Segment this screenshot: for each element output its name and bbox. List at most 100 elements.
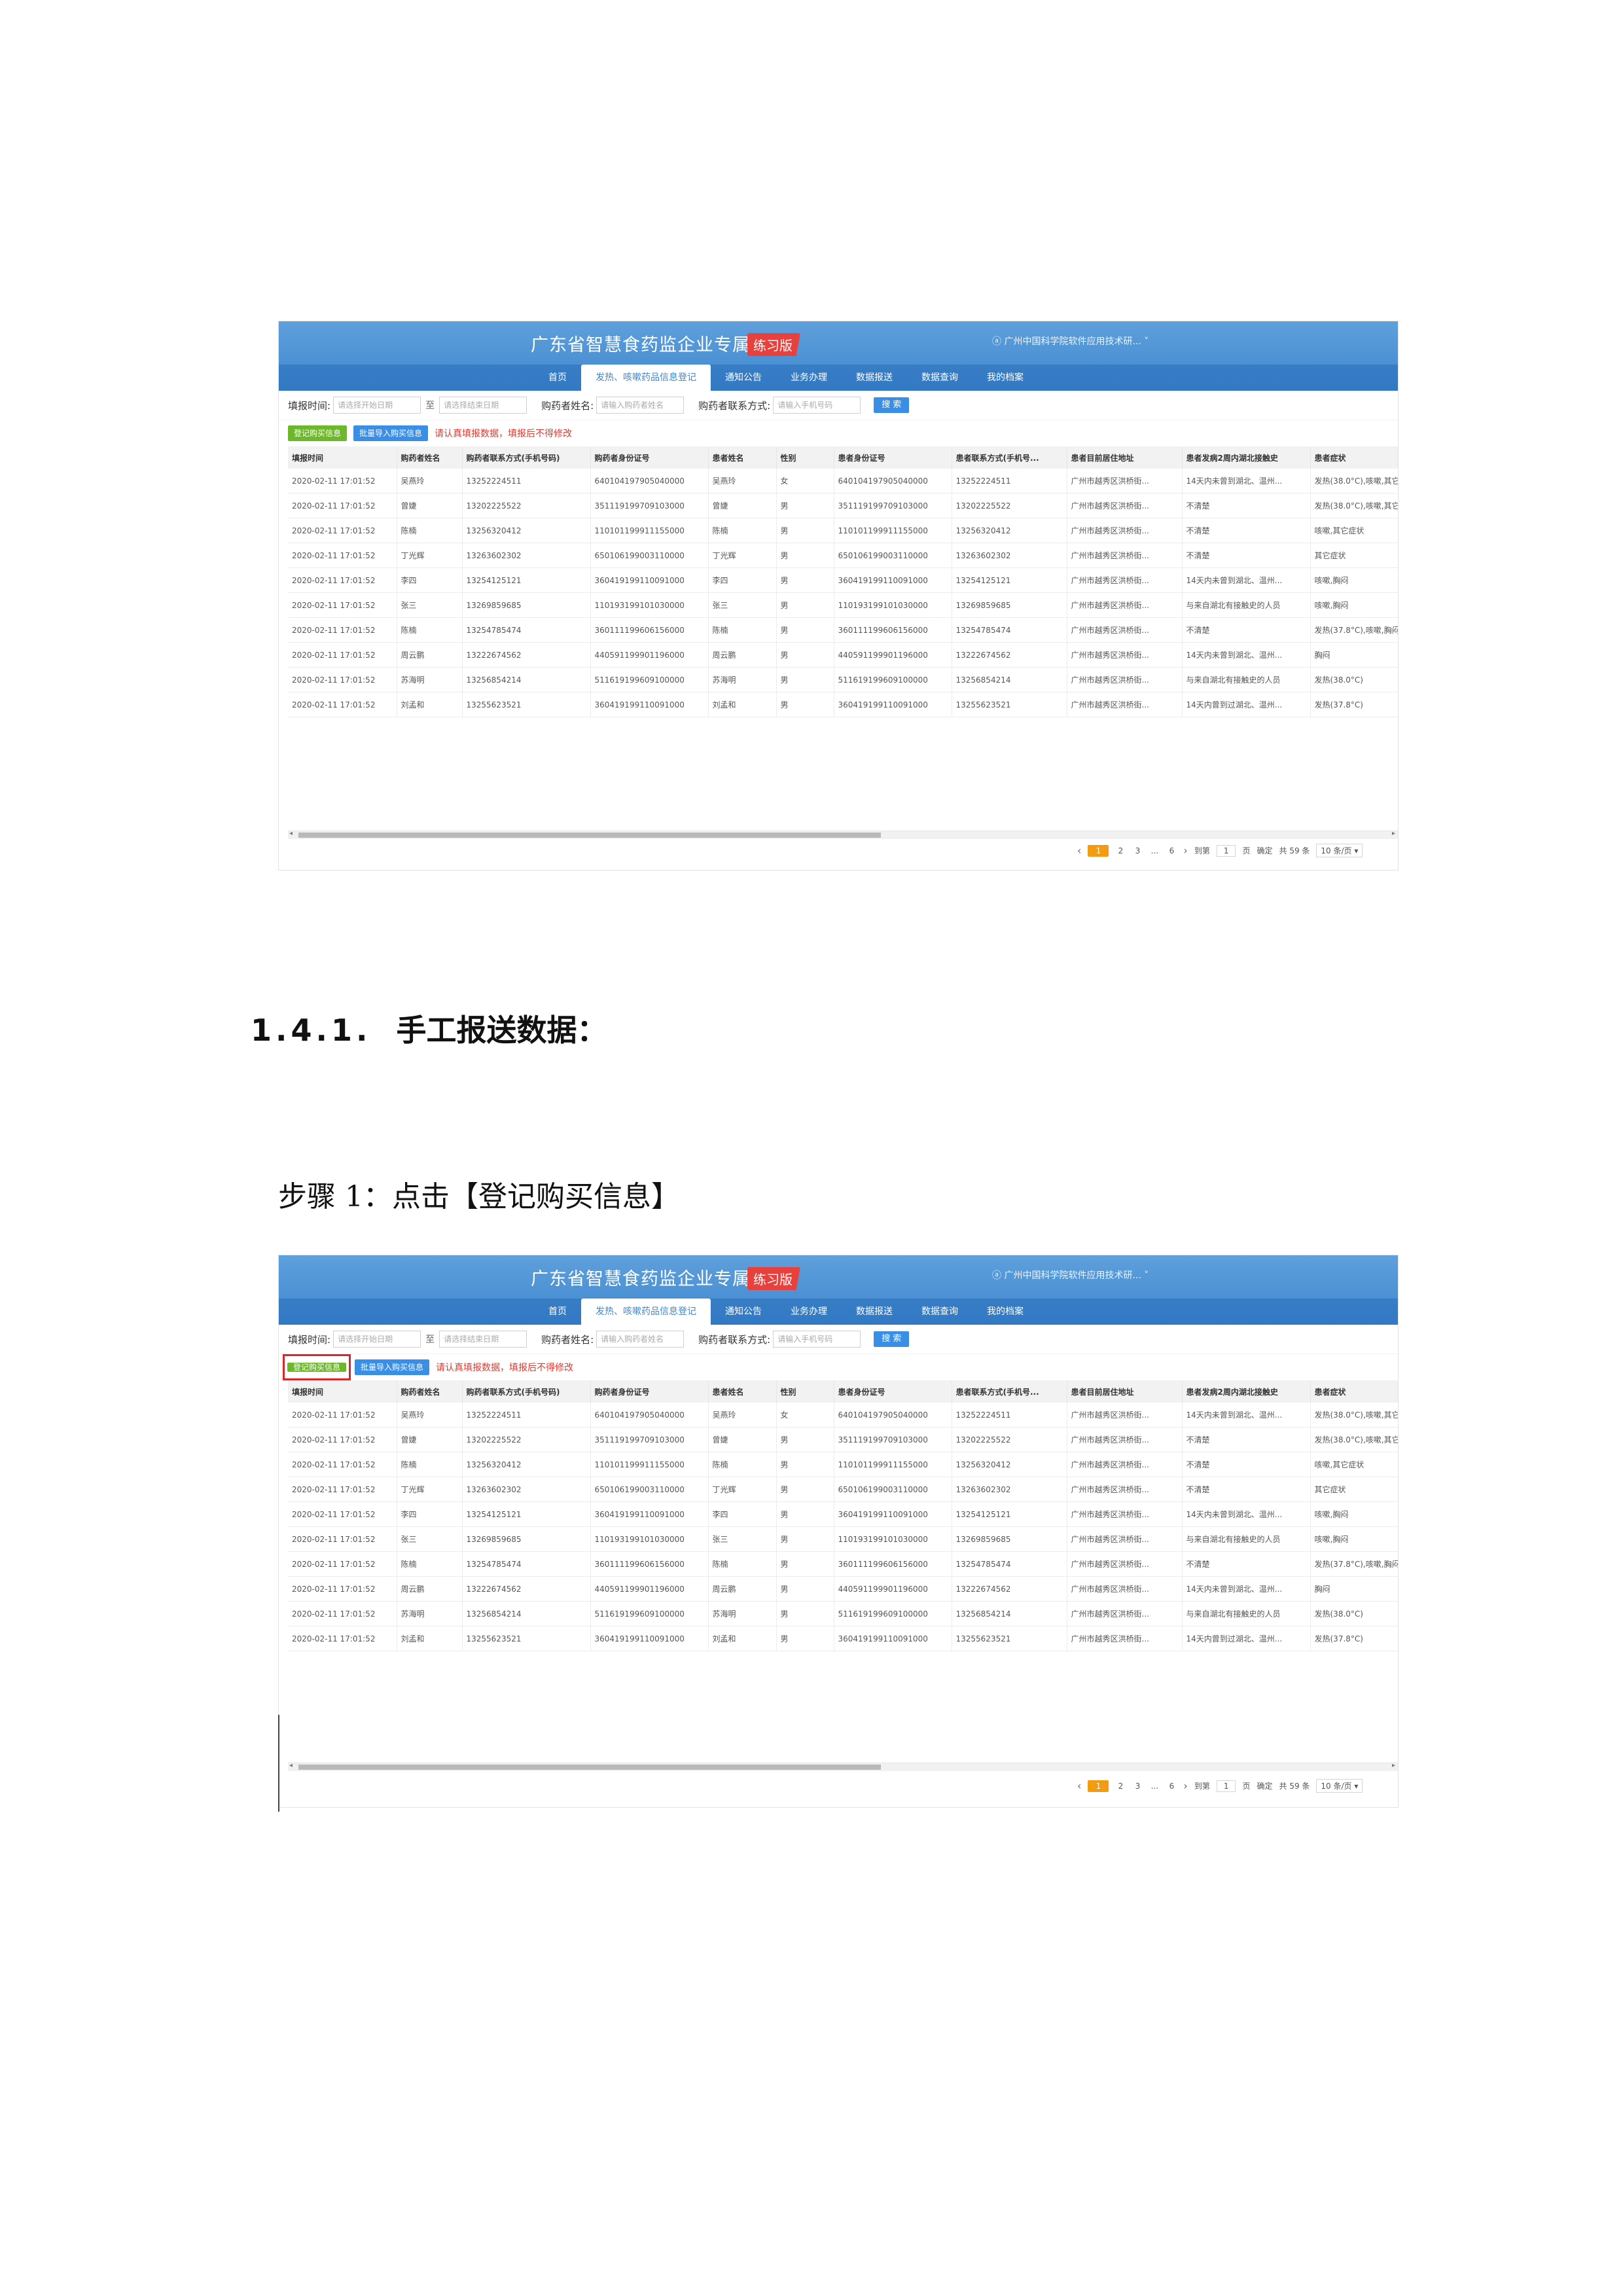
table-row[interactable]: 2020-02-11 17:01:52 张三 13269859685 11019319… [288, 1526, 1398, 1552]
buyer-contact-input[interactable]: 请输入手机号码 [773, 397, 861, 414]
table-row[interactable]: 2020-02-11 17:01:52 丁光辉 13263602302 6501061… [288, 1477, 1398, 1502]
scroll-right-icon[interactable]: ▸ [1392, 1762, 1395, 1769]
user-account-menu[interactable]: ⓐ 广州中国科学院软件应用技术研... ˅ [992, 1268, 1149, 1282]
table-row[interactable]: 2020-02-11 17:01:52 刘孟和 13255623521 3604191… [288, 692, 1398, 717]
goto-confirm-button[interactable]: 确定 [1257, 845, 1272, 856]
column-header[interactable]: 患者姓名 [708, 446, 777, 469]
nav-item[interactable]: 数据查询 [907, 365, 972, 391]
table-row[interactable]: 2020-02-11 17:01:52 丁光辉 13263602302 6501061… [288, 543, 1398, 568]
column-header[interactable]: 购药者身份证号 [590, 446, 709, 469]
column-header[interactable]: 购药者联系方式(手机号码) [462, 446, 591, 469]
nav-item[interactable]: 数据报送 [842, 1299, 907, 1325]
search-button[interactable]: 搜 索 [874, 1331, 910, 1347]
column-header[interactable]: 购药者姓名 [397, 1380, 463, 1403]
page-number[interactable]: 2 [1115, 846, 1126, 855]
nav-item[interactable]: 通知公告 [711, 1299, 776, 1325]
column-header[interactable]: 患者发病2周内湖北接触史 [1182, 1380, 1311, 1403]
buyer-name-input[interactable]: 请输入购药者姓名 [596, 1331, 685, 1348]
register-purchase-button[interactable]: 登记购买信息 [287, 1363, 347, 1372]
table-row[interactable]: 2020-02-11 17:01:52 李四 13254125121 36041919… [288, 567, 1398, 593]
column-header[interactable]: 患者症状 [1310, 1380, 1398, 1403]
table-row[interactable]: 2020-02-11 17:01:52 曾婕 13202225522 35111919… [288, 1427, 1398, 1452]
user-account-menu[interactable]: ⓐ 广州中国科学院软件应用技术研... ˅ [992, 334, 1149, 348]
buyer-contact-input[interactable]: 请输入手机号码 [773, 1331, 861, 1348]
page-number[interactable]: 3 [1132, 1782, 1143, 1791]
column-header[interactable]: 患者联系方式(手机号... [952, 1380, 1067, 1403]
goto-page-input[interactable]: 1 [1216, 844, 1236, 857]
column-header[interactable]: 购药者联系方式(手机号码) [462, 1380, 591, 1403]
register-purchase-button[interactable]: 登记购买信息 [288, 425, 348, 441]
batch-import-button[interactable]: 批量导入购买信息 [353, 425, 429, 441]
table-row[interactable]: 2020-02-11 17:01:52 周云鹏 13222674562 4405911… [288, 642, 1398, 668]
page-size-select[interactable]: 10 条/页 ▾ [1316, 1779, 1363, 1793]
next-page-icon[interactable]: › [1183, 1780, 1187, 1792]
table-row[interactable]: 2020-02-11 17:01:52 苏海明 13256854214 5116191… [288, 667, 1398, 692]
table-row[interactable]: 2020-02-11 17:01:52 陈楠 13254785474 36011119… [288, 617, 1398, 643]
page-number[interactable]: 3 [1132, 846, 1143, 855]
table-row[interactable]: 2020-02-11 17:01:52 吴燕玲 13252224511 6401041… [288, 1403, 1398, 1427]
table-row[interactable]: 2020-02-11 17:01:52 陈楠 13254785474 36011119… [288, 1551, 1398, 1577]
table-row[interactable]: 2020-02-11 17:01:52 曾婕 13202225522 35111919… [288, 493, 1398, 518]
start-date-input[interactable]: 请选择开始日期 [333, 1331, 421, 1348]
table-row[interactable]: 2020-02-11 17:01:52 陈楠 13256320412 11010119… [288, 518, 1398, 543]
column-header[interactable]: 性别 [776, 446, 834, 469]
column-header[interactable]: 患者目前居住地址 [1067, 446, 1183, 469]
page-number[interactable]: 2 [1115, 1782, 1126, 1791]
end-date-input[interactable]: 请选择结束日期 [439, 397, 527, 414]
nav-item[interactable]: 通知公告 [711, 365, 776, 391]
table-row[interactable]: 2020-02-11 17:01:52 陈楠 13256320412 11010119… [288, 1452, 1398, 1477]
page-number[interactable]: ... [1149, 846, 1160, 855]
table-row[interactable]: 2020-02-11 17:01:52 周云鹏 13222674562 4405911… [288, 1576, 1398, 1602]
table-row[interactable]: 2020-02-11 17:01:52 李四 13254125121 36041919… [288, 1501, 1398, 1527]
table-row[interactable]: 2020-02-11 17:01:52 吴燕玲 13252224511 6401041… [288, 469, 1398, 493]
nav-item[interactable]: 业务办理 [776, 365, 842, 391]
scroll-right-icon[interactable]: ▸ [1392, 830, 1395, 837]
search-button[interactable]: 搜 索 [874, 397, 910, 413]
prev-page-icon[interactable]: ‹ [1077, 844, 1081, 857]
next-page-icon[interactable]: › [1183, 844, 1187, 857]
page-number[interactable]: 1 [1088, 1780, 1109, 1792]
column-header[interactable]: 患者症状 [1310, 446, 1398, 469]
page-number[interactable]: 6 [1166, 846, 1177, 855]
page-size-select[interactable]: 10 条/页 ▾ [1316, 844, 1363, 857]
nav-item[interactable]: 业务办理 [776, 1299, 842, 1325]
column-header[interactable]: 患者联系方式(手机号... [952, 446, 1067, 469]
column-header[interactable]: 患者目前居住地址 [1067, 1380, 1183, 1403]
column-header[interactable]: 性别 [776, 1380, 834, 1403]
table-row[interactable]: 2020-02-11 17:01:52 张三 13269859685 11019319… [288, 592, 1398, 618]
nav-item[interactable]: 我的档案 [972, 365, 1038, 391]
page-number[interactable]: 1 [1088, 844, 1109, 857]
column-header[interactable]: 患者身份证号 [834, 446, 952, 469]
horizontal-scrollbar[interactable]: ◂ ▸ [288, 1762, 1398, 1771]
nav-item[interactable]: 首页 [534, 365, 581, 391]
prev-page-icon[interactable]: ‹ [1077, 1780, 1081, 1792]
nav-item[interactable]: 数据报送 [842, 365, 907, 391]
table-row[interactable]: 2020-02-11 17:01:52 刘孟和 13255623521 3604191… [288, 1626, 1398, 1651]
scroll-left-icon[interactable]: ◂ [289, 1762, 293, 1769]
buyer-name-input[interactable]: 请输入购药者姓名 [596, 397, 685, 414]
table-row[interactable]: 2020-02-11 17:01:52 苏海明 13256854214 5116191… [288, 1601, 1398, 1626]
end-date-input[interactable]: 请选择结束日期 [439, 1331, 527, 1348]
scroll-left-icon[interactable]: ◂ [289, 830, 293, 837]
nav-item[interactable]: 首页 [534, 1299, 581, 1325]
column-header[interactable]: 购药者身份证号 [590, 1380, 709, 1403]
nav-item[interactable]: 数据查询 [907, 1299, 972, 1325]
start-date-input[interactable]: 请选择开始日期 [333, 397, 421, 414]
scrollbar-thumb[interactable] [298, 1765, 881, 1770]
nav-item[interactable]: 我的档案 [972, 1299, 1038, 1325]
column-header[interactable]: 患者身份证号 [834, 1380, 952, 1403]
horizontal-scrollbar[interactable]: ◂ ▸ [288, 830, 1398, 839]
goto-page-input[interactable]: 1 [1216, 1780, 1236, 1792]
page-number[interactable]: 6 [1166, 1782, 1177, 1791]
column-header[interactable]: 填报时间 [288, 446, 397, 469]
column-header[interactable]: 购药者姓名 [397, 446, 463, 469]
page-number[interactable]: ... [1149, 1782, 1160, 1791]
goto-confirm-button[interactable]: 确定 [1257, 1780, 1272, 1791]
nav-item[interactable]: 发热、咳嗽药品信息登记 [581, 1299, 711, 1325]
nav-item[interactable]: 发热、咳嗽药品信息登记 [581, 365, 711, 391]
column-header[interactable]: 患者发病2周内湖北接触史 [1182, 446, 1311, 469]
column-header[interactable]: 填报时间 [288, 1380, 397, 1403]
batch-import-button[interactable]: 批量导入购买信息 [355, 1359, 430, 1375]
scrollbar-thumb[interactable] [298, 833, 881, 838]
column-header[interactable]: 患者姓名 [708, 1380, 777, 1403]
